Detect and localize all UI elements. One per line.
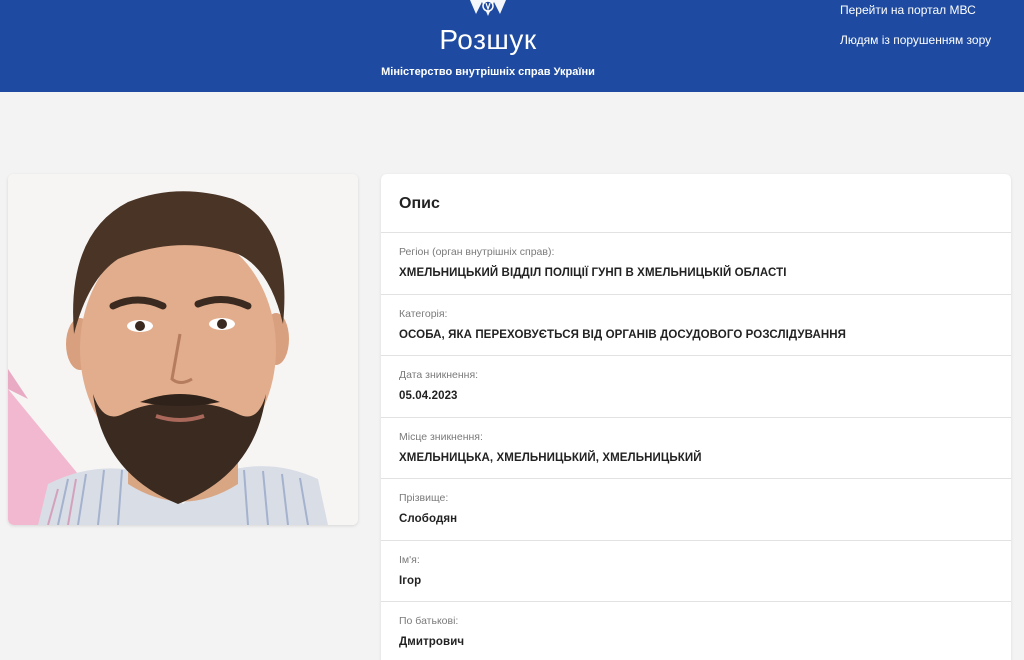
field-date: Дата зникнення: 05.04.2023 <box>381 356 1011 418</box>
field-label: Ім'я: <box>399 553 420 566</box>
police-emblem-icon <box>470 0 506 16</box>
person-photo-icon <box>8 174 358 525</box>
site-header: Розшук Міністерство внутрішніх справ Укр… <box>0 0 1024 92</box>
field-label: Місце зникнення: <box>399 430 483 443</box>
field-patronymic: По батькові: Дмитрович <box>381 602 1011 660</box>
field-surname: Прізвище: Слободян <box>381 479 1011 541</box>
field-value: Слободян <box>399 513 458 525</box>
field-label: Дата зникнення: <box>399 369 479 381</box>
field-value: ОСОБА, ЯКА ПЕРЕХОВУЄТЬСЯ ВІД ОРГАНІВ ДОС… <box>399 328 847 341</box>
portal-link[interactable]: Перейти на портал МВС <box>840 3 976 17</box>
field-value: ХМЕЛЬНИЦЬКИЙ ВІДДІЛ ПОЛІЦІЇ ГУНП В ХМЕЛЬ… <box>399 267 787 279</box>
field-place: Місце зникнення: ХМЕЛЬНИЦЬКА, ХМЕЛЬНИЦЬК… <box>381 418 1011 479</box>
field-value: Дмитрович <box>399 636 465 648</box>
description-card: Опис Регіон (орган внутрішніх справ): ХМ… <box>381 174 1011 660</box>
field-value: Ігор <box>399 574 422 587</box>
field-label: Категорія: <box>399 307 448 320</box>
site-subtitle: Міністерство внутрішніх справ України <box>381 66 595 78</box>
field-category: Категорія: ОСОБА, ЯКА ПЕРЕХОВУЄТЬСЯ ВІД … <box>381 295 1011 356</box>
field-value: 05.04.2023 <box>399 390 458 402</box>
field-label: Регіон (орган внутрішніх справ): <box>399 246 555 258</box>
site-title[interactable]: Розшук <box>0 24 976 56</box>
accessibility-link[interactable]: Людям із порушенням зору <box>840 33 991 47</box>
person-photo <box>8 174 358 525</box>
field-label: Прізвище: <box>399 492 449 504</box>
field-value: ХМЕЛЬНИЦЬКА, ХМЕЛЬНИЦЬКИЙ, ХМЕЛЬНИЦЬКИЙ <box>399 451 702 464</box>
field-name: Ім'я: Ігор <box>381 541 1011 602</box>
card-title: Опис <box>381 174 1011 233</box>
field-region: Регіон (орган внутрішніх справ): ХМЕЛЬНИ… <box>381 233 1011 295</box>
field-label: По батькові: <box>399 615 459 627</box>
